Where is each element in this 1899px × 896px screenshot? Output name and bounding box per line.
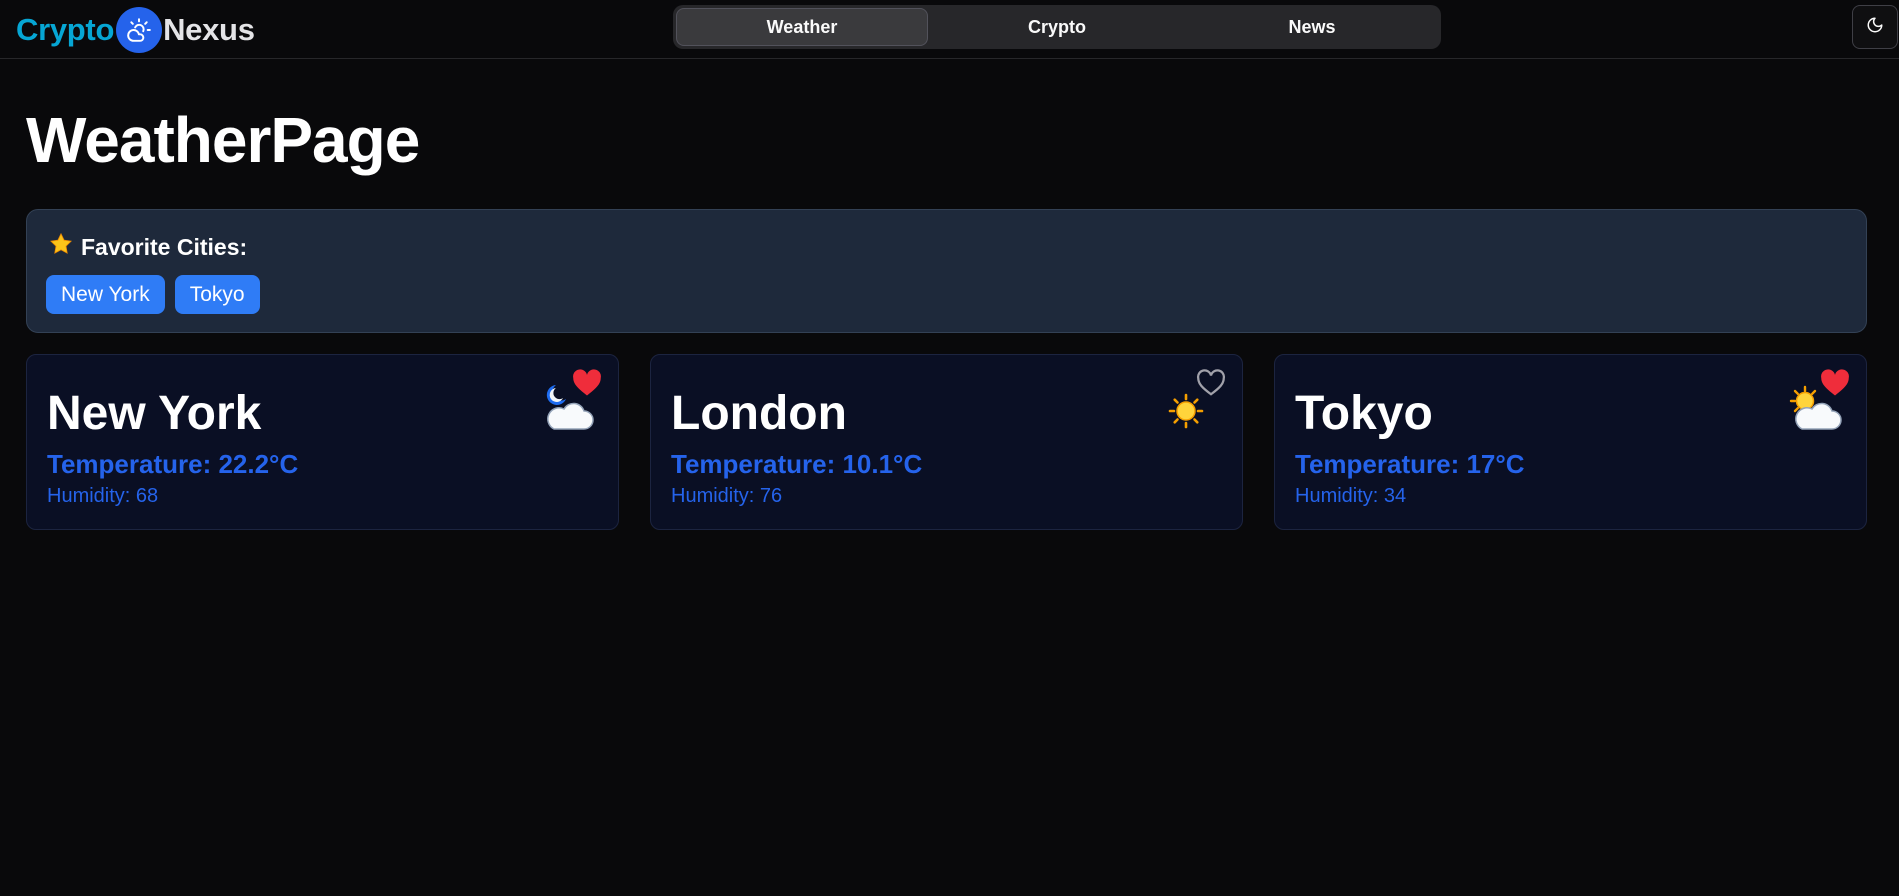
brand-name-part1: Crypto xyxy=(16,12,115,47)
city-name: Tokyo xyxy=(1295,387,1433,440)
humidity-value: Humidity: 76 xyxy=(671,485,783,507)
favorite-heart-icon[interactable] xyxy=(572,369,602,397)
weather-cards: New York Temperature: 22.2°C Humidity: 6… xyxy=(26,354,1867,530)
favorite-city-chips: New York Tokyo xyxy=(46,275,260,314)
favorite-cities-panel: Favorite Cities: New York Tokyo xyxy=(26,209,1867,333)
tab-crypto[interactable]: Crypto xyxy=(931,8,1183,46)
brand-logo[interactable]: Crypto Nexus xyxy=(16,7,255,53)
brand-name-part2: Nexus xyxy=(163,12,255,47)
tab-news[interactable]: News xyxy=(1186,8,1438,46)
favorite-heart-icon[interactable] xyxy=(1820,369,1850,397)
theme-toggle-button[interactable] xyxy=(1852,5,1898,49)
favorite-cities-heading: Favorite Cities: xyxy=(49,232,247,262)
favorite-heart-outline-icon[interactable] xyxy=(1196,369,1226,397)
moon-icon xyxy=(1866,16,1884,39)
page-title: WeatherPage xyxy=(26,104,420,176)
top-navigation-bar: Crypto Nexus Weather Crypto News xyxy=(0,0,1899,59)
temperature-value: Temperature: 17°C xyxy=(1295,449,1525,479)
favorite-chip-new-york[interactable]: New York xyxy=(46,275,165,314)
humidity-value: Humidity: 68 xyxy=(47,485,159,507)
favorite-cities-label: Favorite Cities: xyxy=(81,233,248,260)
city-name: New York xyxy=(47,387,262,440)
temperature-value: Temperature: 22.2°C xyxy=(47,449,299,479)
temperature-value: Temperature: 10.1°C xyxy=(671,449,923,479)
humidity-value: Humidity: 34 xyxy=(1295,485,1407,507)
favorite-chip-tokyo[interactable]: Tokyo xyxy=(174,275,260,314)
city-name: London xyxy=(671,387,847,440)
main-nav-tabs: Weather Crypto News xyxy=(673,5,1441,49)
weather-card-new-york[interactable]: New York Temperature: 22.2°C Humidity: 6… xyxy=(26,354,619,530)
weather-card-london[interactable]: London Temperature: 10.1°C Humidity: 76 xyxy=(650,354,1243,530)
cloud-sun-icon xyxy=(116,7,163,53)
star-icon xyxy=(49,232,73,262)
weather-card-tokyo[interactable]: Tokyo Temperature: 17°C Humidity: 34 xyxy=(1274,354,1867,530)
tab-weather[interactable]: Weather xyxy=(676,8,928,46)
